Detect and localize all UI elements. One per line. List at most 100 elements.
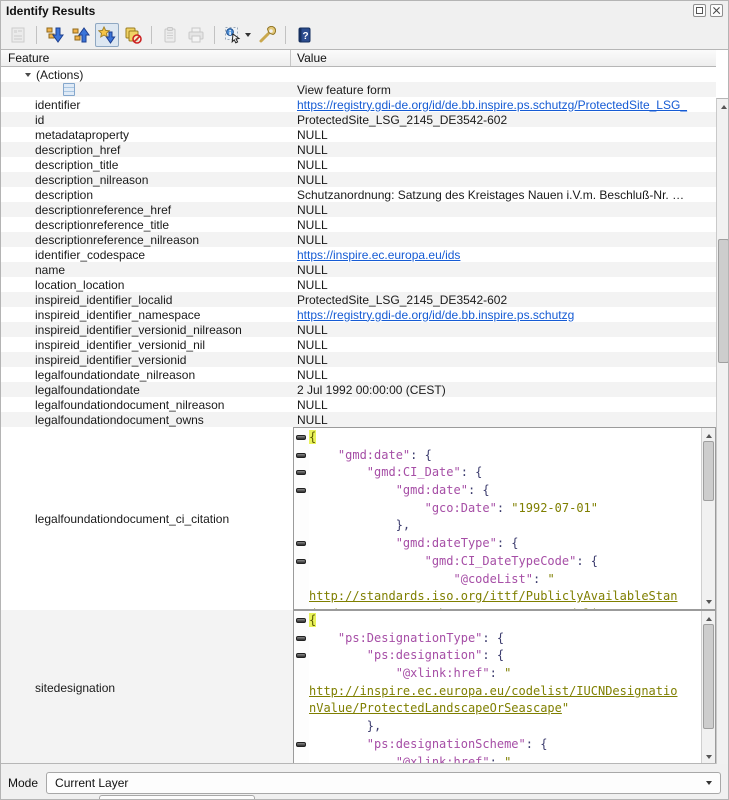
attribute-row-identifier_codespace[interactable]: identifier_codespace https://inspire.ec.e… [1,247,716,262]
attribute-row-legalfoundationdate[interactable]: legalfoundationdate2 Jul 1992 00:00:00 (… [1,382,716,397]
json-scrollbar[interactable] [701,611,715,763]
attribute-row-inspireid_identifier_localid[interactable]: inspireid_identifier_localidProtectedSit… [1,292,716,307]
attribute-name: description_nilreason [1,173,291,187]
identify-results-panel: Identify Results [0,0,729,800]
close-panel-button[interactable] [710,4,723,17]
code-line: { [309,612,701,630]
collapse-arrow-icon[interactable] [25,73,31,77]
scroll-up-button[interactable] [717,100,729,113]
identify-settings-button[interactable] [255,23,279,47]
attribute-value: NULL [297,263,328,277]
attribute-value: NULL [297,143,328,157]
attribute-value: NULL [297,413,328,427]
feature-form-icon[interactable] [63,83,75,96]
results-tree[interactable]: (Actions)View feature formidentifierhttp… [1,67,716,763]
code-line: "gmd:dateType": { [309,535,701,553]
attribute-row-inspireid_identifier_versionid[interactable]: inspireid_identifier_versionidNULL [1,352,716,367]
attribute-row-descriptionreference_title[interactable]: descriptionreference_titleNULL [1,217,716,232]
copy-feature-button[interactable] [158,23,182,47]
scrollbar-thumb[interactable] [718,239,729,363]
column-header-feature[interactable]: Feature [1,50,291,66]
attribute-row-description[interactable]: descriptionSchutzanordnung: Satzung des … [1,187,716,202]
attribute-row-identifier[interactable]: identifierhttps://registry.gdi-de.org/id… [1,97,716,112]
attribute-name: description_href [1,143,291,157]
toolbar-separator [285,26,286,44]
attribute-row-name[interactable]: nameNULL [1,262,716,277]
attribute-row-id[interactable]: idProtectedSite_LSG_2145_DE3542-602 [1,112,716,127]
scrollbar-thumb[interactable] [703,624,714,729]
open-form-button[interactable] [6,23,30,47]
mode-combobox[interactable]: Current Layer [46,772,721,794]
attribute-value: 2 Jul 1992 00:00:00 (CEST) [297,383,446,397]
attribute-name: legalfoundationdocument_nilreason [1,398,291,412]
scroll-down-button[interactable] [702,750,715,763]
fold-marker-icon[interactable] [296,453,306,458]
mode-label: Mode [8,776,38,790]
code-line: "gmd:date": { [309,447,701,465]
fold-marker-icon[interactable] [296,488,306,493]
expand-all-button[interactable] [43,23,67,47]
attribute-row-legalfoundationdocument_owns[interactable]: legalfoundationdocument_ownsNULL [1,412,716,427]
table-header[interactable]: Feature Value [1,50,716,67]
clear-results-button[interactable] [121,23,145,47]
fold-marker-icon[interactable] [296,618,306,623]
float-panel-button[interactable] [693,4,706,17]
tree-item-view-feature-form[interactable]: View feature form [1,82,716,97]
attribute-name: descriptionreference_nilreason [1,233,291,247]
attribute-row-inspireid_identifier_namespace[interactable]: inspireid_identifier_namespacehttps://re… [1,307,716,322]
attribute-row-legalfoundationdocument_nilreason[interactable]: legalfoundationdocument_nilreason NULL [1,397,716,412]
view-combobox-partial[interactable] [99,795,255,800]
attribute-row-description_href[interactable]: description_href NULL [1,142,716,157]
attribute-name: identifier_codespace [1,248,291,262]
svg-text:?: ? [302,31,308,42]
code-line: "gmd:date": { [309,482,701,500]
code-line: "ps:designationScheme": { [309,736,701,754]
fold-marker-icon[interactable] [296,435,306,440]
expand-new-results-button[interactable] [95,23,119,47]
column-header-value[interactable]: Value [291,51,716,65]
fold-marker-icon[interactable] [296,636,306,641]
collapse-all-button[interactable] [69,23,93,47]
attribute-row-description_nilreason[interactable]: description_nilreasonNULL [1,172,716,187]
code-line: "ps:designation": { [309,647,701,665]
attribute-row-inspireid_identifier_versionid_nilreason[interactable]: inspireid_identifier_versionid_nilreason… [1,322,716,337]
attribute-row-descriptionreference_href[interactable]: descriptionreference_hrefNULL [1,202,716,217]
json-scrollbar[interactable] [701,428,715,609]
attribute-row-metadataproperty[interactable]: metadatapropertyNULL [1,127,716,142]
print-button[interactable] [184,23,208,47]
json-viewer[interactable]: { "ps:DesignationType": { "ps:designatio… [293,610,716,763]
scrollbar-thumb[interactable] [703,441,714,501]
identify-toolbar: ? [1,20,728,49]
json-code[interactable]: { "ps:DesignationType": { "ps:designatio… [309,611,701,763]
attribute-value-link[interactable]: https://registry.gdi-de.org/id/de.bb.ins… [297,308,574,322]
copy-icon [161,26,179,44]
fold-marker-icon[interactable] [296,559,306,564]
attribute-row-legalfoundationdate_nilreason[interactable]: legalfoundationdate_nilreasonNULL [1,367,716,382]
fold-marker-icon[interactable] [296,653,306,658]
attribute-row-inspireid_identifier_versionid_nil[interactable]: inspireid_identifier_versionid_nilNULL [1,337,716,352]
attribute-value: NULL [297,128,328,142]
scroll-down-button[interactable] [702,595,715,608]
json-code[interactable]: { "gmd:date": { "gmd:CI_Date": { "gmd:da… [309,428,701,609]
attribute-value-link[interactable]: https://registry.gdi-de.org/id/de.bb.ins… [297,98,687,112]
identify-mode-button[interactable] [221,23,253,47]
attribute-value: NULL [297,398,328,412]
help-button[interactable]: ? [292,23,316,47]
fold-gutter [294,611,309,763]
fold-marker-icon[interactable] [296,541,306,546]
table-vertical-scrollbar[interactable] [716,98,729,800]
toolbar-separator [214,26,215,44]
attribute-value: ProtectedSite_LSG_2145_DE3542-602 [297,113,507,127]
attribute-row-description_title[interactable]: description_titleNULL [1,157,716,172]
fold-marker-icon[interactable] [296,470,306,475]
attribute-value-link[interactable]: https://inspire.ec.europa.eu/ids [297,248,460,262]
json-viewer[interactable]: { "gmd:date": { "gmd:CI_Date": { "gmd:da… [293,427,716,610]
attribute-row-descriptionreference_nilreason[interactable]: descriptionreference_nilreasonNULL [1,232,716,247]
attribute-row-location_location[interactable]: location_locationNULL [1,277,716,292]
attribute-row-legalfoundationdocument_ci_citation[interactable]: legalfoundationdocument_ci_citation{ "gm… [1,427,716,610]
attribute-name: inspireid_identifier_versionid_nilreason [1,323,291,337]
code-line: "@xlink:href": " [309,665,701,683]
attribute-row-sitedesignation[interactable]: sitedesignation{ "ps:DesignationType": {… [1,610,716,763]
tree-item-actions[interactable]: (Actions) [1,67,716,82]
fold-marker-icon[interactable] [296,742,306,747]
